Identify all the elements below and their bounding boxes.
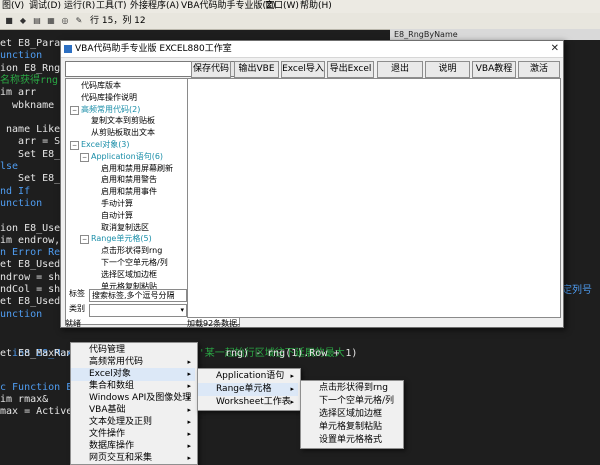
tree-item[interactable]: 自动计算 — [101, 211, 133, 221]
tree-category[interactable]: Range单元格(5) — [91, 234, 152, 244]
tree-category[interactable]: Excel对象(3) — [81, 140, 130, 150]
menu-item-label: Worksheet工作表 — [216, 397, 291, 407]
tree-item[interactable]: 代码库操作说明 — [81, 93, 137, 103]
reset-icon[interactable]: ■ — [4, 16, 14, 26]
exit-button[interactable]: 退出 — [377, 61, 423, 78]
code-fragment-right: 定列号 — [562, 285, 592, 296]
code-preview-editor[interactable] — [187, 78, 561, 318]
submenu-arrow-icon: ▸ — [290, 398, 294, 406]
category-select[interactable]: ▾ — [89, 304, 187, 317]
collapse-icon[interactable]: − — [80, 152, 89, 162]
output-vbe-button[interactable]: 输出VBE — [234, 61, 279, 78]
tree-item[interactable]: 取消复制选区 — [101, 223, 149, 233]
tree-item[interactable]: 手动计算 — [101, 199, 133, 209]
collapse-icon[interactable]: − — [70, 141, 79, 150]
tree-item[interactable]: 下一个空单元格/列 — [101, 258, 168, 268]
menu-item-label: 下一个空单元格/列 — [319, 396, 395, 406]
instructions-button[interactable]: 说明 — [425, 61, 470, 78]
context-menu-main: 代码管理 高频常用代码 ▸ Excel对象 ▸ 集合和数组 ▸ Windows API及图像处… — [70, 342, 198, 465]
status-ready: 就绪 — [65, 319, 81, 328]
code-line: wbkname — [0, 99, 55, 111]
menu-item-label: 网页交互和采集 — [89, 453, 153, 463]
menu-view[interactable]: 图(V) — [2, 0, 24, 13]
menu-addins[interactable]: 外接程序(A) — [130, 0, 179, 13]
tree-item[interactable]: 点击形状得到rng — [101, 246, 162, 256]
tree-item[interactable]: 启用和禁用警告 — [101, 175, 157, 185]
menu-item-label: Application语句 — [216, 371, 285, 381]
code-line: im rmax& — [0, 394, 49, 405]
menu-item[interactable]: 点击形状得到rng — [301, 382, 401, 395]
tree-item[interactable]: 代码库版本 — [81, 81, 121, 91]
code-line: unction — [0, 197, 43, 209]
menu-item[interactable]: 单元格复制粘贴 — [301, 421, 401, 434]
code-line: unction — [0, 308, 43, 320]
code-line: rng) - rng(1).Row + 1) — [225, 348, 358, 359]
save-code-button[interactable]: 保存代码 — [191, 61, 231, 78]
menu-item[interactable]: Worksheet工作表 ▸ — [198, 396, 298, 409]
submenu-arrow-icon: ▸ — [290, 385, 294, 393]
menu-item[interactable]: 设置单元格格式 — [301, 434, 401, 447]
submenu-arrow-icon: ▸ — [187, 454, 191, 462]
vbe-menu-bar: 图(V) 调试(D) 运行(R) 工具(T) 外接程序(A) VBA代码助手专业… — [0, 0, 600, 14]
tree-item[interactable]: 复制文本到剪贴板 — [91, 116, 155, 126]
menu-tools[interactable]: 工具(T) — [96, 0, 127, 13]
menu-item-label: 单元格复制粘贴 — [319, 422, 383, 432]
submenu-arrow-icon: ▸ — [290, 372, 294, 380]
code-line: nd If — [0, 185, 31, 197]
tree-item[interactable]: 选择区域加边框 — [101, 270, 157, 280]
menu-item-label: Range单元格 — [216, 384, 272, 394]
tree-category[interactable]: 高频常用代码(2) — [81, 105, 140, 115]
menu-vba-helper[interactable]: VBA代码助手专业版(Z) — [181, 0, 276, 13]
tag-search-input[interactable]: 搜索标签,多个逗号分隔 — [89, 289, 187, 302]
excel-import-button[interactable]: Excel导入 — [281, 61, 325, 78]
vbe-toolbar: ■ ◆ ▤ ▦ ◎ ✎ 行 15，列 12 — [0, 13, 600, 30]
app-icon — [64, 45, 72, 53]
tree-item[interactable]: 启用和禁用屏幕刷新 — [101, 164, 173, 174]
menu-item[interactable]: 网页交互和采集 ▸ — [71, 452, 195, 465]
vba-tutorial-button[interactable]: VBA教程 — [472, 61, 516, 78]
code-line: im arr — [0, 87, 37, 99]
collapse-icon[interactable]: − — [70, 105, 79, 115]
menu-help[interactable]: 帮助(H) — [300, 0, 332, 13]
category-label: 类别 — [69, 304, 85, 313]
object-browser-icon[interactable]: ◎ — [60, 16, 70, 26]
tag-label: 标签 — [69, 289, 85, 298]
close-icon[interactable]: ✕ — [551, 42, 559, 56]
collapse-icon[interactable]: − — [80, 235, 89, 245]
context-menu-range: 点击形状得到rng 下一个空单元格/列 选择区域加边框 单元格复制粘贴 设置单元格格式 — [300, 380, 404, 449]
menu-item-label: 选择区域加边框 — [319, 409, 383, 419]
menu-run[interactable]: 运行(R) — [64, 0, 95, 13]
chevron-down-icon[interactable]: ▾ — [180, 305, 184, 316]
vba-helper-dialog: VBA代码助手专业版 EXCEL880工作室 ✕ ▾ 保存代码 输出VBE Ex… — [60, 40, 564, 328]
export-excel-button[interactable]: 导出Excel — [327, 61, 374, 78]
menu-window[interactable]: 窗口(W) — [265, 0, 299, 13]
dialog-titlebar: VBA代码助手专业版 EXCEL880工作室 ✕ — [61, 41, 563, 58]
project-explorer-icon[interactable]: ▤ — [32, 16, 42, 26]
tree-category[interactable]: Application语句(6) — [91, 152, 163, 162]
menu-item-label: 设置单元格格式 — [319, 435, 383, 445]
menu-item-label: 点击形状得到rng — [319, 383, 388, 393]
activate-button[interactable]: 激活 — [518, 61, 560, 78]
menu-debug[interactable]: 调试(D) — [29, 0, 61, 13]
context-menu-excel-objects: Application语句 ▸ Range单元格 ▸ Worksheet工作表 ▸ — [197, 368, 301, 411]
status-message: 加载92条数据。 — [187, 319, 246, 328]
code-line: et E8_Paras — [0, 38, 67, 49]
menu-item[interactable]: 选择区域加边框 — [301, 408, 401, 421]
code-line: name Like — [0, 124, 61, 136]
code-line: lse — [0, 161, 19, 172]
cursor-position: 行 15，列 12 — [90, 16, 146, 26]
code-line: unction — [0, 50, 43, 62]
tree-item[interactable]: 从剪贴板取出文本 — [91, 128, 155, 138]
menu-item[interactable]: Application语句 ▸ — [198, 370, 298, 383]
toolbox-icon[interactable]: ✎ — [74, 16, 84, 26]
menu-item[interactable]: Range单元格 ▸ — [198, 383, 298, 396]
design-mode-icon[interactable]: ◆ — [18, 16, 28, 26]
menu-item[interactable]: 下一个空单元格/列 — [301, 395, 401, 408]
dialog-title: VBA代码助手专业版 EXCEL880工作室 — [75, 44, 232, 54]
procedure-dropdown[interactable]: E8_RngByName — [390, 29, 600, 40]
tree-item[interactable]: 启用和禁用事件 — [101, 187, 157, 197]
properties-icon[interactable]: ▦ — [46, 16, 56, 26]
